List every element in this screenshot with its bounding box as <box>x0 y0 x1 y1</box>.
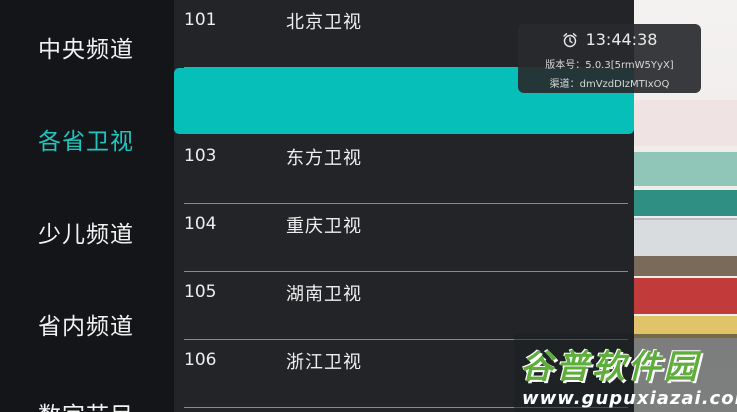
category-item-cctv[interactable]: 中央频道 <box>38 30 134 64</box>
channel-number: 106 <box>184 350 217 370</box>
category-item-provincial-satellite[interactable]: 各省卫视 <box>38 122 134 156</box>
clock-line: 13:44:38 <box>518 30 701 49</box>
version-text: 版本号：5.0.3[5rmW5YyX] <box>545 60 674 71</box>
alarm-clock-icon <box>562 32 577 47</box>
channel-row[interactable]: 103 东方卫视 <box>174 136 634 204</box>
watermark-title: 谷普软件园 <box>520 347 700 386</box>
channel-row[interactable]: 104 重庆卫视 <box>174 204 634 272</box>
channel-name: 重庆卫视 <box>286 216 362 237</box>
channel-number: 103 <box>184 146 217 166</box>
current-time: 13:44:38 <box>585 30 658 49</box>
tv-live-screen: 中央频道 各省卫视 少儿频道 省内频道 数字节目 101 北京卫视 103 东方… <box>0 0 737 412</box>
category-item-digital[interactable]: 数字节目 <box>38 396 134 412</box>
category-item-children[interactable]: 少儿频道 <box>38 215 134 249</box>
category-sidebar: 中央频道 各省卫视 少儿频道 省内频道 数字节目 <box>0 0 174 412</box>
channel-name: 北京卫视 <box>286 12 362 33</box>
info-overlay: 13:44:38 版本号：5.0.3[5rmW5YyX] 渠道：dmVzdDIz… <box>518 24 701 93</box>
channel-number: 105 <box>184 282 217 302</box>
channel-number: 104 <box>184 214 217 234</box>
book-shape <box>634 100 737 146</box>
channel-code-text: 渠道：dmVzdDIzMTIxOQ <box>549 79 670 90</box>
book-shape <box>634 218 737 258</box>
site-watermark: 谷普软件园 www.gupuxiazai.com <box>514 334 737 412</box>
book-shape <box>634 190 737 216</box>
book-shape <box>634 278 737 314</box>
channel-number: 101 <box>184 10 217 30</box>
book-shape <box>634 256 737 276</box>
category-item-in-province[interactable]: 省内频道 <box>38 307 134 341</box>
channel-name: 湖南卫视 <box>286 284 362 305</box>
channel-name: 浙江卫视 <box>286 352 362 373</box>
channel-row[interactable]: 105 湖南卫视 <box>174 272 634 340</box>
book-shape <box>634 152 737 186</box>
watermark-url: www.gupuxiazai.com <box>522 388 737 409</box>
channel-name: 东方卫视 <box>286 148 362 169</box>
